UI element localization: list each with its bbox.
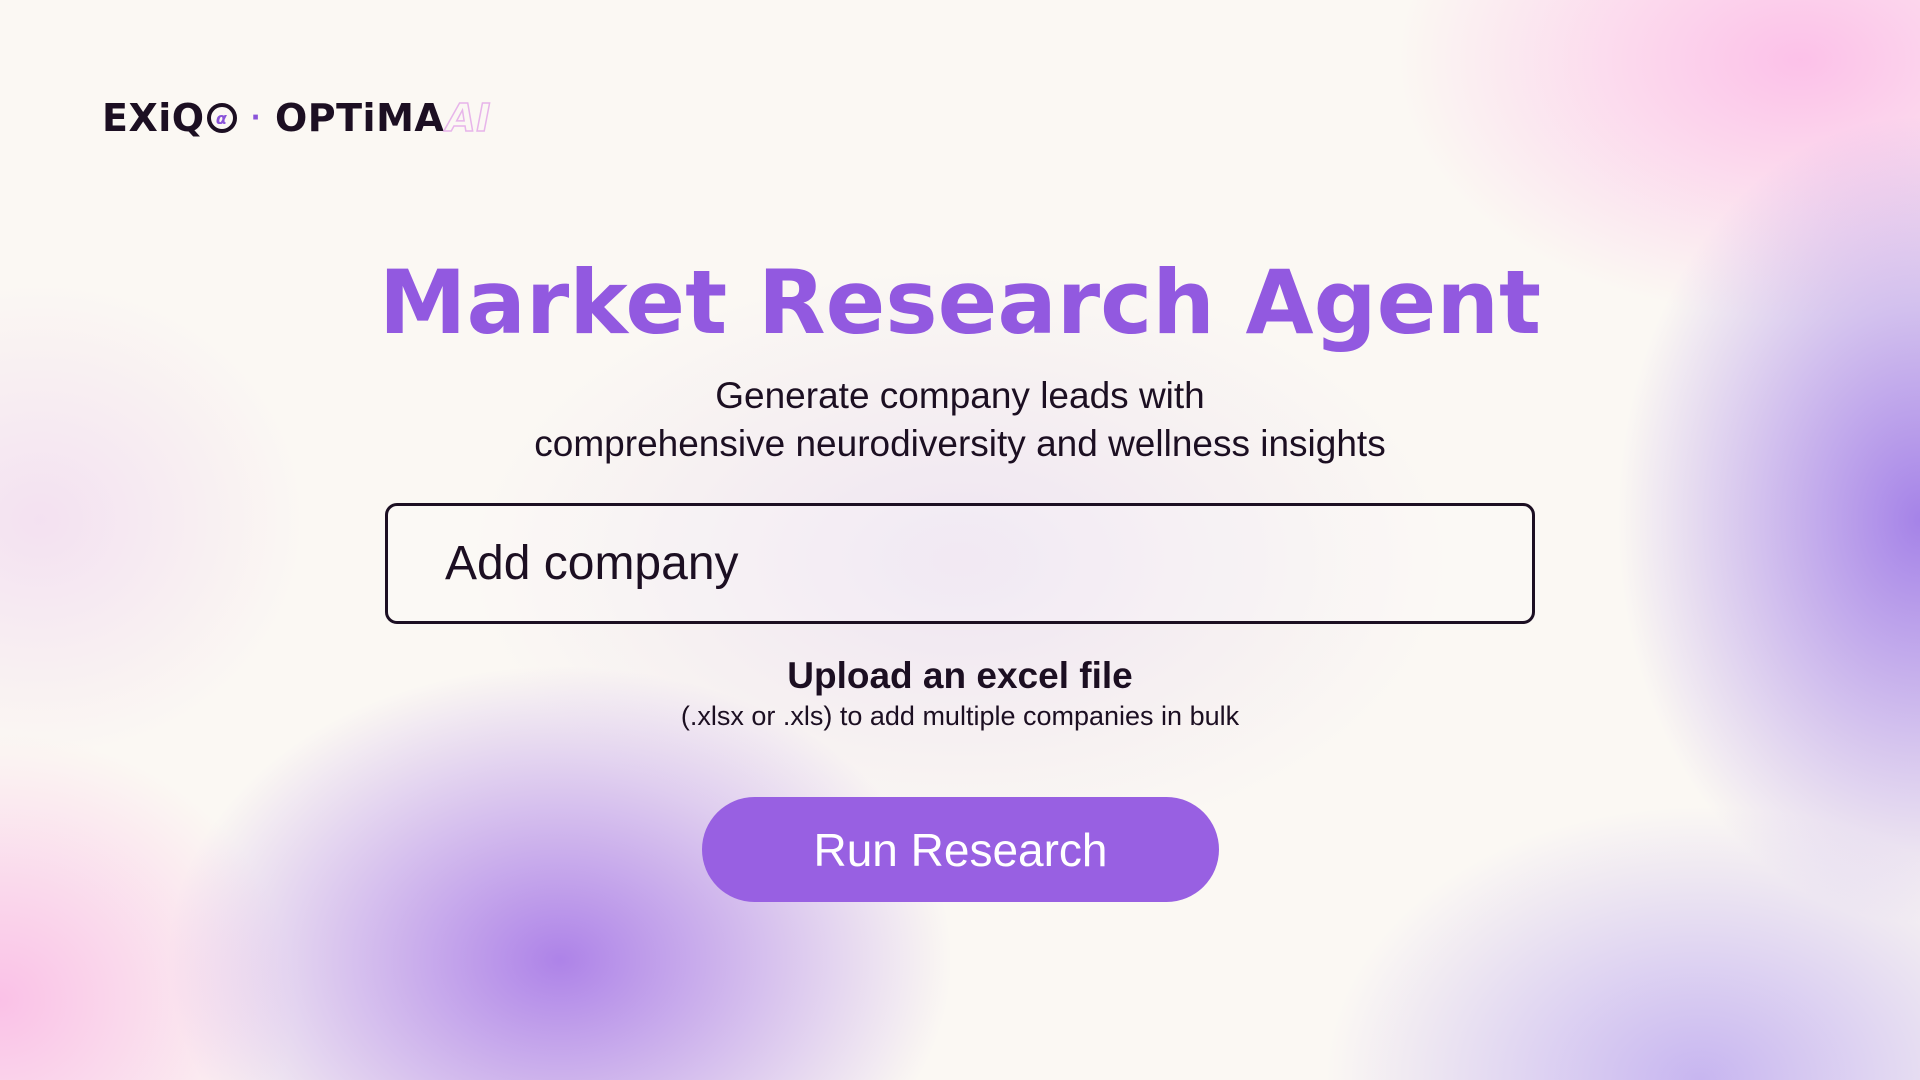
subtitle-line-1: Generate company leads with bbox=[715, 375, 1205, 416]
upload-hint: (.xlsx or .xls) to add multiple companie… bbox=[680, 701, 1240, 731]
subtitle-line-2: comprehensive neurodiversity and wellnes… bbox=[534, 423, 1386, 464]
run-research-button[interactable]: Run Research bbox=[702, 797, 1219, 902]
page-subtitle: Generate company leads with comprehensiv… bbox=[0, 372, 1920, 468]
main-content: Market Research Agent Generate company l… bbox=[0, 0, 1920, 1080]
upload-section: Upload an excel file (.xlsx or .xls) to … bbox=[0, 655, 1920, 732]
add-company-input[interactable] bbox=[388, 506, 1532, 621]
page-title: Market Research Agent bbox=[378, 251, 1542, 354]
upload-excel-link[interactable]: Upload an excel file bbox=[787, 655, 1132, 697]
company-input-container bbox=[385, 503, 1535, 624]
